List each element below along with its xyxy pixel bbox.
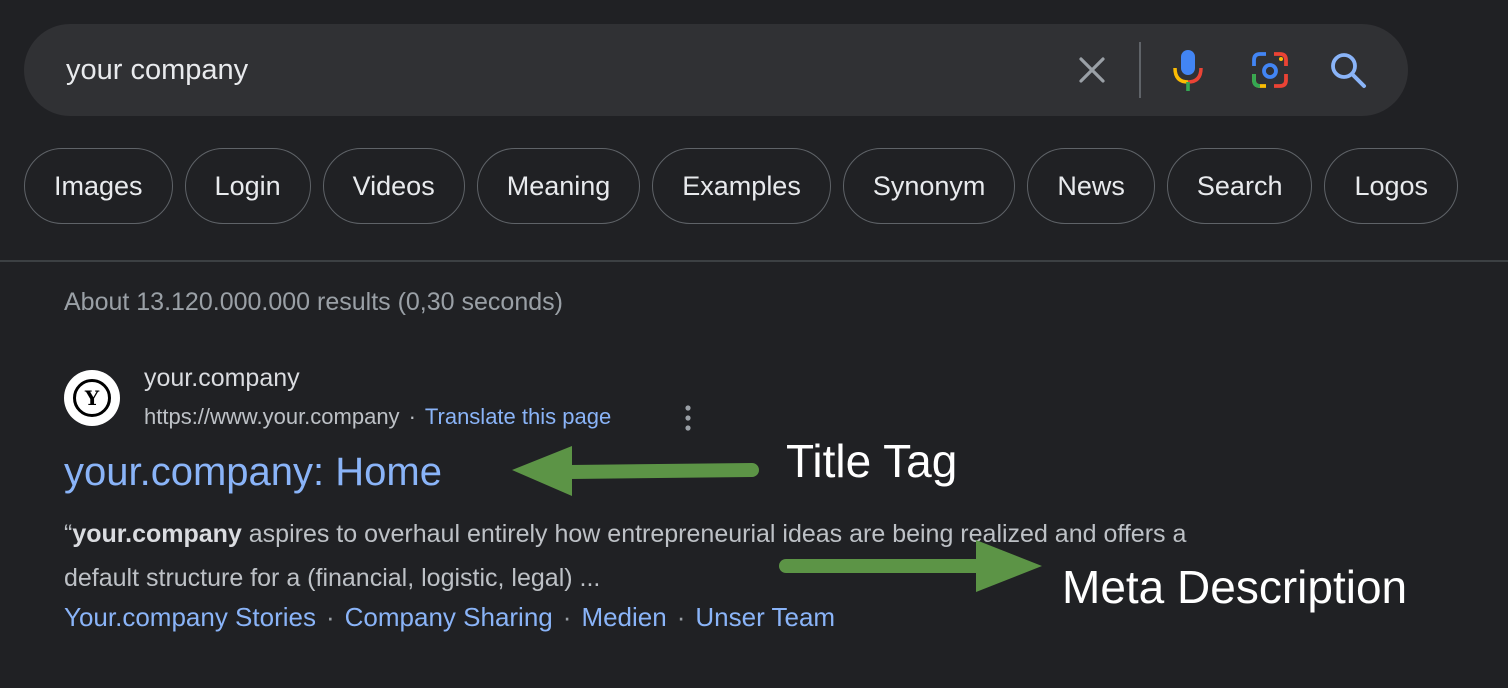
meta-description-arrow xyxy=(779,540,1042,592)
title-tag-arrow xyxy=(512,446,759,496)
meta-description-label: Meta Description xyxy=(1062,561,1408,613)
title-tag-label: Title Tag xyxy=(786,435,958,487)
search-results-page: Images Login Videos Meaning Examples Syn… xyxy=(0,0,1508,688)
